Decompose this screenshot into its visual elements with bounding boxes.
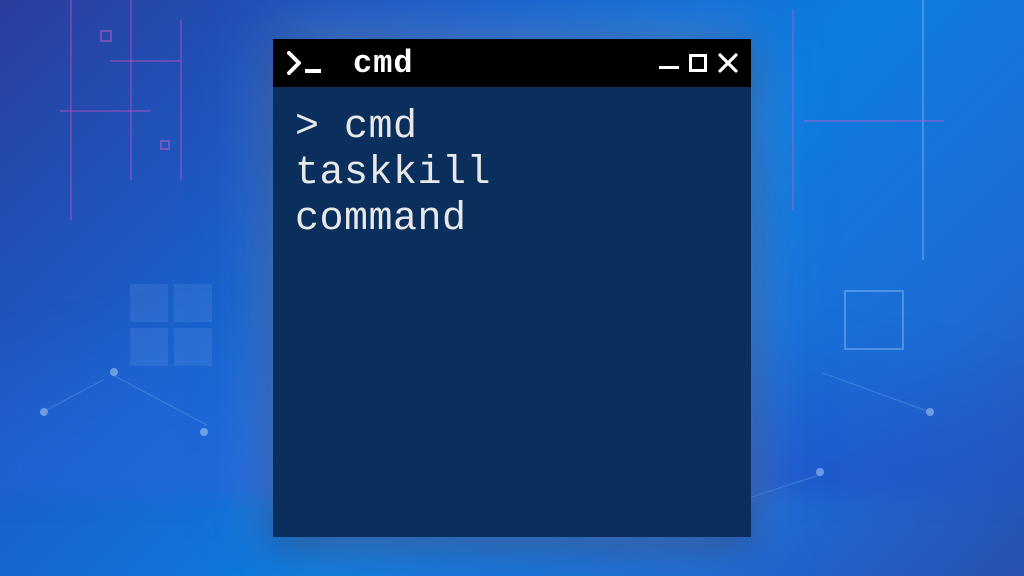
terminal-line-3: command <box>295 197 729 243</box>
maximize-button[interactable] <box>689 54 707 72</box>
close-button[interactable] <box>717 52 739 74</box>
prompt-icon <box>287 49 343 77</box>
close-icon <box>717 52 739 74</box>
terminal-body[interactable]: > cmd taskkill command <box>273 87 751 537</box>
prompt-symbol: > <box>295 105 320 150</box>
minimize-icon <box>659 66 679 69</box>
terminal-text: cmd <box>344 105 418 150</box>
window-controls <box>659 52 739 74</box>
titlebar[interactable]: cmd <box>273 39 751 87</box>
maximize-icon <box>689 54 707 72</box>
terminal-window: cmd > cmd taskkill command <box>273 39 751 537</box>
window-title: cmd <box>353 45 649 82</box>
terminal-line-2: taskkill <box>295 151 729 197</box>
terminal-line-1: > cmd <box>295 105 729 151</box>
minimize-button[interactable] <box>659 58 679 69</box>
